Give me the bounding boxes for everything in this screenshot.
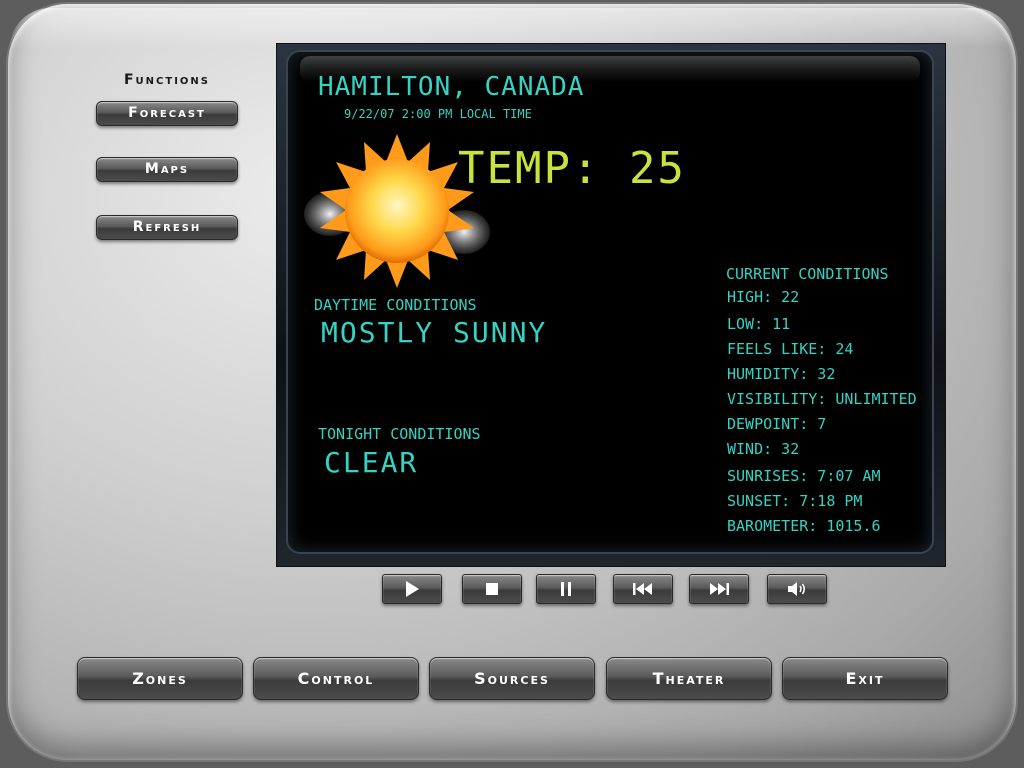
refresh-button[interactable]: Refresh [96, 215, 238, 240]
zones-button[interactable]: Zones [77, 657, 243, 700]
condition-high: HIGH: 22 [727, 288, 800, 306]
theater-button[interactable]: Theater [606, 657, 772, 700]
exit-button[interactable]: Exit [782, 657, 948, 700]
stop-button[interactable] [462, 574, 522, 604]
condition-humidity: HUMIDITY: 32 [727, 365, 836, 383]
city-name: HAMILTON, CANADA [318, 72, 585, 102]
temperature-readout: TEMP: 25 [458, 143, 686, 194]
play-button[interactable] [382, 574, 442, 604]
tonight-conditions-label: TONIGHT CONDITIONS [318, 425, 481, 443]
condition-dewpoint: DEWPOINT: 7 [727, 415, 827, 433]
forecast-button[interactable]: Forecast [96, 101, 238, 126]
volume-button[interactable] [767, 574, 827, 604]
pause-icon [561, 582, 571, 596]
condition-feels-like: FEELS LIKE: 24 [727, 340, 854, 358]
sources-button[interactable]: Sources [429, 657, 595, 700]
current-conditions-title: CURRENT CONDITIONS [726, 265, 889, 283]
condition-sunset: SUNSET: 7:18 PM [727, 492, 863, 510]
condition-sunrise: SUNRISES: 7:07 AM [727, 467, 881, 485]
play-icon [406, 581, 419, 597]
volume-icon [788, 582, 805, 596]
pause-button[interactable] [536, 574, 596, 604]
previous-icon [633, 583, 652, 595]
daytime-conditions-label: DAYTIME CONDITIONS [314, 296, 477, 314]
maps-button[interactable]: Maps [96, 157, 238, 182]
control-button[interactable]: Control [253, 657, 419, 700]
next-button[interactable] [689, 574, 749, 604]
daytime-conditions-value: MOSTLY SUNNY [321, 316, 548, 349]
condition-low: LOW: 11 [727, 315, 791, 333]
stop-icon [486, 583, 498, 595]
condition-barometer: BAROMETER: 1015.6 [727, 517, 881, 535]
condition-visibility: VISIBILITY: UNLIMITED [727, 390, 917, 408]
local-time: 9/22/07 2:00 PM LOCAL TIME [344, 107, 532, 121]
previous-button[interactable] [613, 574, 673, 604]
functions-heading: Functions [123, 72, 210, 88]
tonight-conditions-value: CLEAR [324, 446, 419, 479]
next-icon [710, 583, 729, 595]
condition-wind: WIND: 32 [727, 440, 800, 458]
